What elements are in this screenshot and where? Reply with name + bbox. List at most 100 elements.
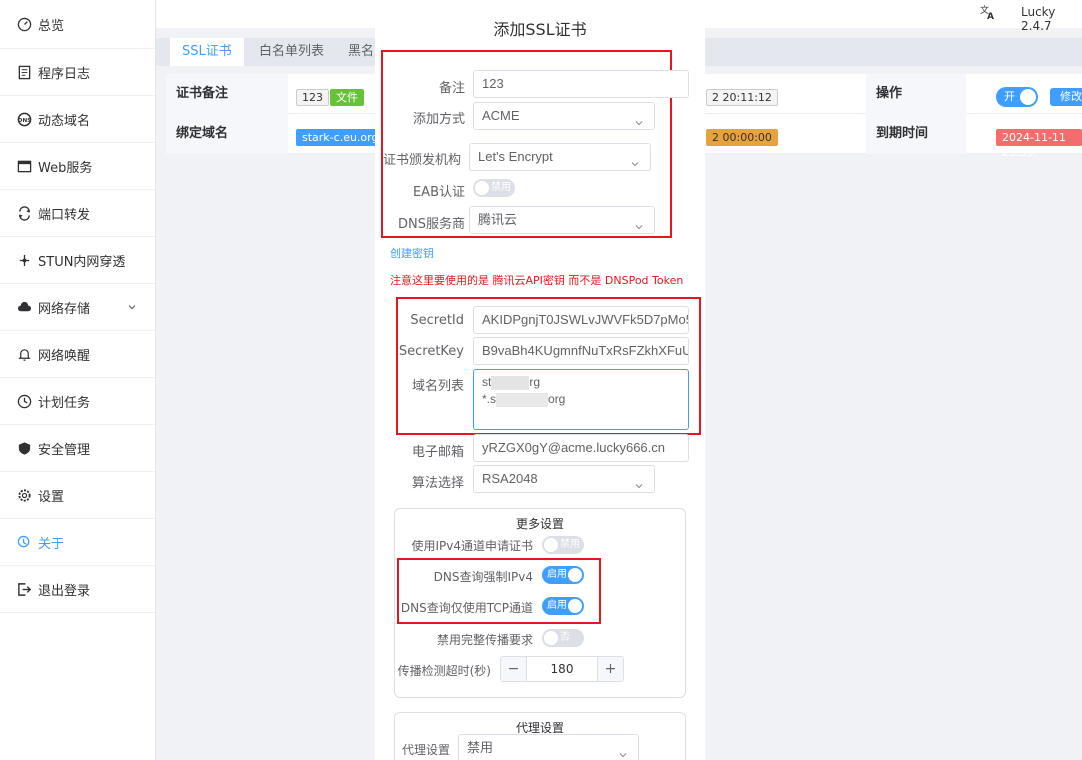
sidebar-item-label: STUN内网穿透 (38, 254, 126, 270)
algorithm-value: RSA2048 (482, 471, 538, 486)
date-tag: 2 00:00:00 (706, 129, 778, 146)
table-header-ops: 操作 (866, 74, 966, 114)
svg-text:DNS: DNS (18, 117, 31, 123)
remark-tag: 123 (296, 89, 329, 106)
chevron-down-icon (630, 152, 640, 170)
ipv4-channel-switch[interactable]: 禁用 (542, 536, 584, 554)
sidebar-item-stun[interactable]: STUN内网穿透 (0, 237, 155, 284)
dashboard-icon (17, 17, 32, 32)
dns-provider-select[interactable]: 腾讯云 (469, 206, 655, 234)
sidebar-item-tasks[interactable]: 计划任务 (0, 378, 155, 425)
table-header-domain: 绑定域名 (166, 114, 288, 154)
dns-ipv4-label: DNS查询强制IPv4 (433, 570, 533, 584)
svg-text:A: A (987, 12, 994, 21)
domain-line: st rg (482, 375, 541, 390)
edit-button[interactable]: 修改 (1050, 88, 1082, 106)
translate-icon[interactable]: 文A (979, 3, 997, 25)
sidebar-item-label: 关于 (38, 536, 65, 552)
domains-label: 域名列表 (411, 379, 464, 394)
method-select[interactable]: ACME (473, 102, 655, 130)
expire-tag: 2024-11-11 23:59: (996, 129, 1082, 159)
sidebar-item-ddns[interactable]: DNS 动态域名 (0, 96, 155, 143)
about-icon (17, 535, 32, 550)
bell-icon (17, 347, 32, 362)
method-label: 添加方式 (412, 112, 465, 127)
create-key-link[interactable]: 创建密钥 (390, 245, 434, 261)
sidebar-item-label: 设置 (38, 489, 65, 505)
tab-ssl[interactable]: SSL证书 (170, 38, 244, 66)
redacted-mask (496, 392, 549, 407)
secret-key-input[interactable]: B9vaBh4KUgmnfNuTxRsFZkhXFuUzJ (473, 337, 689, 365)
gear-icon (17, 488, 32, 503)
sidebar-item-web[interactable]: Web服务 (0, 143, 155, 190)
timeout-value[interactable]: 180 (527, 657, 597, 681)
ddns-icon: DNS (17, 112, 32, 127)
sidebar-item-logout[interactable]: 退出登录 (0, 566, 155, 613)
sidebar-item-label: 计划任务 (38, 395, 91, 411)
sidebar-item-port-forward[interactable]: 端口转发 (0, 190, 155, 237)
type-tag: 文件 (330, 89, 364, 106)
decrement-button[interactable]: − (501, 657, 527, 681)
domains-textarea[interactable]: st rg *.s org (473, 369, 689, 430)
ca-select[interactable]: Let's Encrypt (469, 143, 651, 171)
dialog-title: 添加SSL证书 (493, 20, 587, 39)
enable-toggle[interactable]: 开 (996, 87, 1038, 107)
chevron-down-icon (618, 743, 628, 760)
dns-provider-label: DNS服务商 (398, 217, 465, 232)
propagation-switch[interactable]: 否 (542, 629, 584, 647)
sidebar: 总览 程序日志 DNS 动态域名 Web服务 端口转发 STUN内网穿透 网络存… (0, 0, 156, 760)
ca-value: Let's Encrypt (478, 149, 553, 164)
sidebar-item-storage[interactable]: 网络存储 (0, 284, 155, 331)
sidebar-item-label: 动态域名 (38, 113, 91, 129)
sidebar-item-label: 安全管理 (38, 442, 91, 458)
increment-button[interactable]: + (597, 657, 623, 681)
add-ssl-dialog: 添加SSL证书 备注 123 添加方式 ACME 证书颁发机构 Let's En… (375, 0, 705, 760)
sidebar-item-settings[interactable]: 设置 (0, 472, 155, 519)
dns-provider-value: 腾讯云 (478, 212, 518, 227)
clock-icon (17, 394, 32, 409)
method-value: ACME (482, 108, 520, 123)
sidebar-item-security[interactable]: 安全管理 (0, 425, 155, 472)
proxy-select[interactable]: 禁用 (458, 734, 639, 760)
secret-id-input[interactable]: AKIDPgnjT0JSWLvJWVFk5D7pMo5E (473, 306, 689, 334)
sidebar-item-label: 总览 (38, 18, 65, 34)
propagation-label: 禁用完整传播要求 (436, 633, 533, 647)
eab-switch[interactable]: 禁用 (473, 179, 515, 197)
email-input[interactable]: yRZGX0gY@acme.lucky666.cn (473, 434, 689, 462)
dns-tcp-label: DNS查询仅使用TCP通道 (400, 601, 533, 615)
ipv4-channel-label: 使用IPv4通道申请证书 (411, 539, 533, 553)
redacted-mask (491, 375, 530, 390)
proxy-label: 代理设置 (401, 743, 450, 757)
sidebar-item-about[interactable]: 关于 (0, 519, 155, 566)
ca-label: 证书颁发机构 (382, 153, 461, 168)
eab-label: EAB认证 (412, 185, 465, 200)
sidebar-item-overview[interactable]: 总览 (0, 0, 155, 49)
sidebar-item-label: Web服务 (38, 160, 93, 176)
algorithm-label: 算法选择 (411, 476, 464, 491)
app-version: Lucky 2.4.7 (1021, 5, 1056, 33)
web-icon (17, 159, 32, 174)
chevron-down-icon[interactable] (127, 301, 137, 316)
sidebar-item-label: 程序日志 (38, 66, 91, 82)
table-header-remark: 证书备注 (166, 74, 288, 114)
algorithm-select[interactable]: RSA2048 (473, 465, 655, 493)
dns-tcp-switch[interactable]: 启用 (542, 597, 584, 615)
tab-whitelist[interactable]: 白名单列表 (247, 38, 336, 66)
sidebar-item-label: 退出登录 (38, 583, 91, 599)
secret-id-label: SecretId (410, 313, 464, 328)
cloud-icon (17, 300, 32, 315)
sidebar-item-label: 网络唤醒 (38, 348, 91, 364)
secret-key-label: SecretKey (398, 344, 464, 359)
chevron-down-icon (634, 474, 644, 492)
timeout-stepper: − 180 + (500, 656, 624, 682)
sidebar-item-wol[interactable]: 网络唤醒 (0, 331, 155, 378)
warning-note: 注意这里要使用的是 腾讯云API密钥 而不是 DNSPod Token (390, 274, 684, 287)
sidebar-item-log[interactable]: 程序日志 (0, 49, 155, 96)
sidebar-item-label: 端口转发 (38, 207, 91, 223)
sidebar-item-label: 网络存储 (38, 301, 91, 317)
logout-icon (17, 582, 32, 597)
domain-line: *.s org (482, 392, 566, 407)
timeout-label: 传播检测超时(秒) (397, 664, 491, 678)
remark-input[interactable]: 123 (473, 70, 689, 98)
dns-ipv4-switch[interactable]: 启用 (542, 566, 584, 584)
